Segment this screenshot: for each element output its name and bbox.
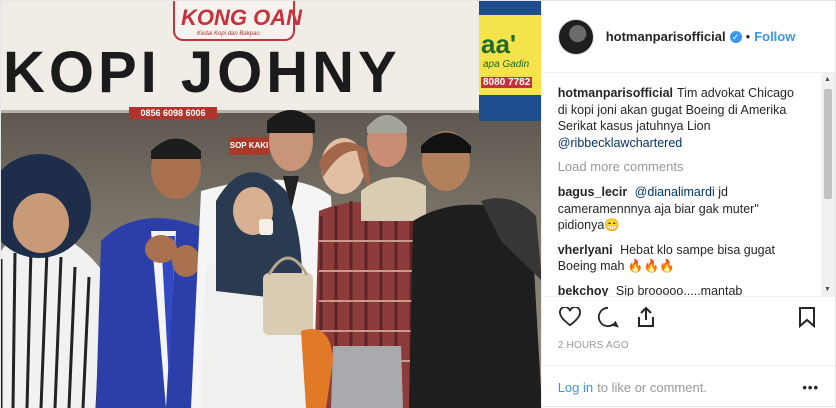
verified-icon: ✓	[729, 30, 742, 43]
comment-item: bagus_lecir @dianalimardi jd cameramennn…	[558, 184, 819, 234]
share-icon[interactable]	[634, 305, 658, 329]
comment-text: Sip brooooo.....mantab	[615, 283, 743, 297]
comment-mention[interactable]: @dianalimardi	[635, 185, 715, 199]
scroll-up-icon[interactable]: ▲	[824, 76, 831, 83]
post-header: hotmanparisofficial ✓ • Follow	[541, 1, 835, 73]
timestamp[interactable]: 2 HOURS AGO	[541, 336, 835, 366]
login-bar: Log in to like or comment. •••	[542, 366, 835, 408]
header-username[interactable]: hotmanparisofficial	[606, 29, 726, 44]
comment-username[interactable]: bagus_lecir	[558, 185, 627, 199]
follow-button[interactable]: Follow	[754, 29, 795, 44]
scroll-down-icon[interactable]: ▼	[824, 286, 831, 293]
load-more-comments[interactable]: Load more comments	[558, 159, 819, 174]
more-options-icon[interactable]: •••	[802, 380, 819, 395]
heart-icon[interactable]	[558, 305, 582, 329]
comment-item: vherlyani Hebat klo sampe bisa gugat Boe…	[558, 242, 819, 275]
people-illustration	[1, 110, 541, 408]
comment-icon[interactable]	[596, 305, 620, 329]
scrollbar-thumb[interactable]	[824, 89, 832, 199]
comment-username[interactable]: vherlyani	[558, 243, 613, 257]
header-separator: •	[745, 29, 751, 44]
login-text: to like or comment.	[597, 379, 707, 395]
post-sidebar: hotmanparisofficial ✓ • Follow hotmanpar…	[540, 1, 835, 408]
post-photo[interactable]: KOPI JOHNY KONG OAN Kedai Kopi dan Bakpa…	[1, 1, 541, 408]
login-link[interactable]: Log in	[558, 380, 593, 395]
avatar[interactable]	[557, 18, 594, 55]
bookmark-icon[interactable]	[795, 305, 819, 329]
action-bar	[541, 296, 835, 336]
caption-mention[interactable]: @ribbecklawchartered	[558, 136, 683, 150]
comment-item: bekchoy Sip brooooo.....mantab	[558, 283, 819, 297]
comment-username[interactable]: bekchoy	[558, 284, 609, 297]
instagram-post: KOPI JOHNY KONG OAN Kedai Kopi dan Bakpa…	[0, 0, 836, 408]
caption-username[interactable]: hotmanparisofficial	[558, 86, 673, 100]
comments-scrollbar[interactable]: ▲ ▼	[821, 73, 835, 296]
caption: hotmanparisofficial Tim advokat Chicago d…	[558, 85, 819, 151]
comments-section[interactable]: hotmanparisofficial Tim advokat Chicago d…	[542, 73, 835, 296]
